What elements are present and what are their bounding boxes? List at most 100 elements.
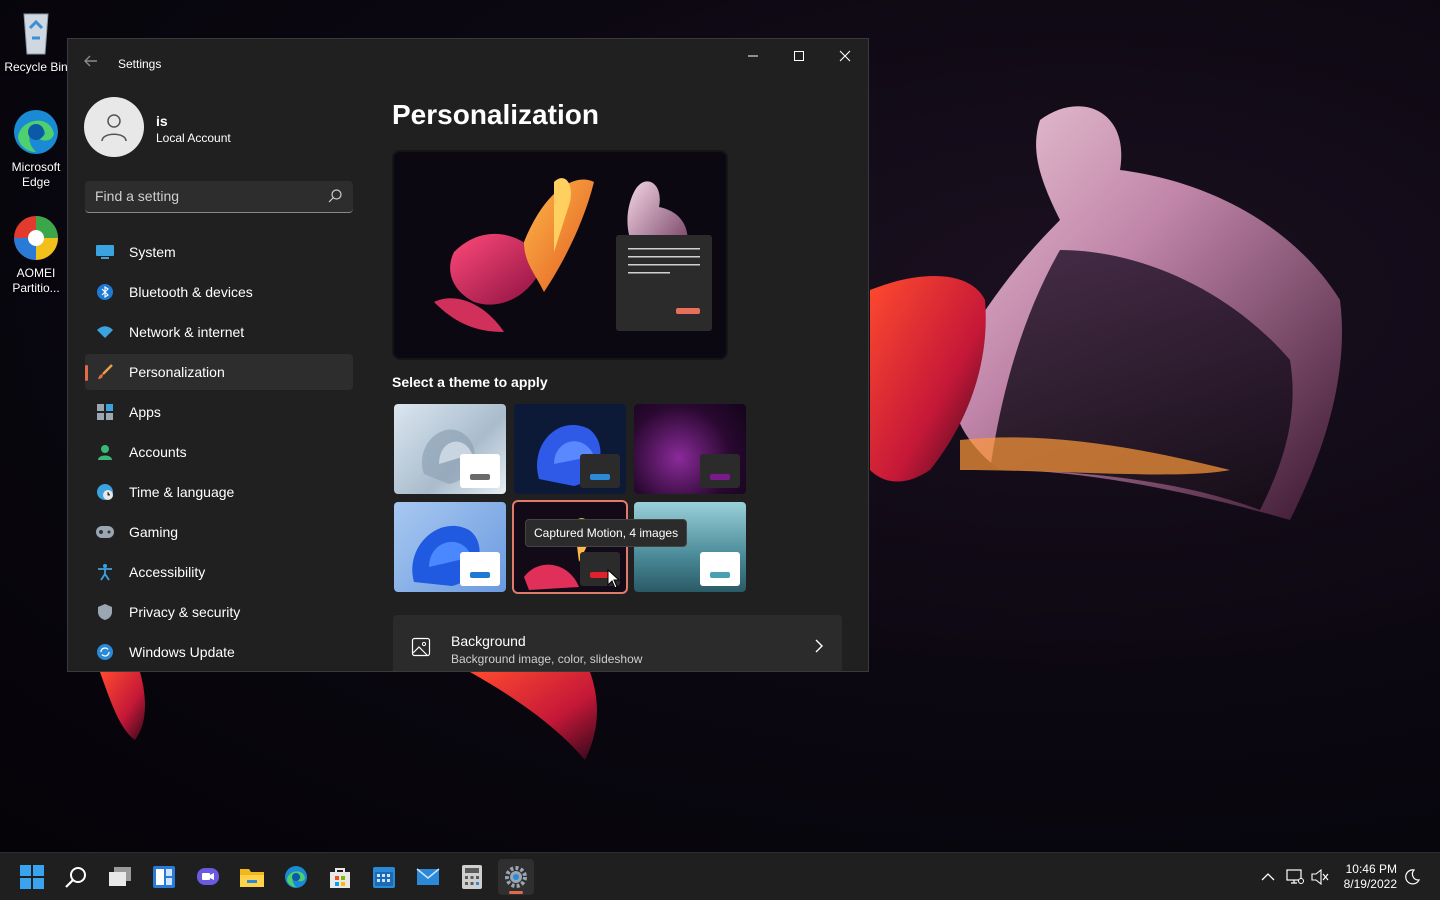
theme-preview xyxy=(392,150,728,360)
sidebar-item-windows-update[interactable]: Windows Update xyxy=(85,634,353,670)
volume-muted-icon xyxy=(1311,869,1329,885)
sidebar-item-network[interactable]: Network & internet xyxy=(85,314,353,350)
themes-section-label: Select a theme to apply xyxy=(392,374,548,390)
background-row-subtitle: Background image, color, slideshow xyxy=(451,652,643,666)
person-icon xyxy=(101,114,127,142)
chat-button[interactable] xyxy=(190,859,226,895)
desktop-icon-label: Microsoft Edge xyxy=(11,160,61,189)
page-title: Personalization xyxy=(392,99,599,130)
globe-clock-icon xyxy=(95,482,115,502)
widgets-icon xyxy=(153,866,175,888)
recycle-bin-icon xyxy=(12,8,60,56)
sidebar-item-label: Apps xyxy=(129,404,161,420)
search-icon xyxy=(65,867,86,888)
sidebar-item-time-language[interactable]: Time & language xyxy=(85,474,353,510)
volume-tray-button[interactable] xyxy=(1310,867,1330,887)
maximize-button[interactable] xyxy=(776,39,822,73)
settings-icon xyxy=(505,866,527,888)
calculator-icon xyxy=(462,865,482,889)
start-button[interactable] xyxy=(14,859,50,895)
sidebar-item-label: Privacy & security xyxy=(129,604,241,620)
mouse-cursor-icon xyxy=(607,569,621,589)
theme-tile-flow[interactable] xyxy=(634,502,746,592)
close-icon xyxy=(839,50,851,62)
store-icon xyxy=(330,868,350,888)
calculator-button[interactable] xyxy=(454,859,490,895)
file-explorer-icon xyxy=(240,869,264,887)
background-row-title: Background xyxy=(451,633,526,649)
apps-icon xyxy=(95,402,115,422)
network-tray-button[interactable] xyxy=(1285,867,1305,887)
edge-icon xyxy=(12,108,60,156)
accessibility-icon xyxy=(95,562,115,582)
sidebar-item-bluetooth[interactable]: Bluetooth & devices xyxy=(85,274,353,310)
sidebar-item-accessibility[interactable]: Accessibility xyxy=(85,554,353,590)
gamepad-icon xyxy=(95,522,115,542)
show-hidden-icons-button[interactable] xyxy=(1258,867,1278,887)
taskbar-clock[interactable]: 10:46 PM 8/19/2022 xyxy=(1344,862,1397,892)
sidebar-item-privacy[interactable]: Privacy & security xyxy=(85,594,353,630)
search-icon[interactable] xyxy=(327,188,343,204)
sidebar-item-label: Gaming xyxy=(129,524,179,540)
desktop-icon-edge[interactable]: Microsoft Edge xyxy=(0,108,72,190)
sidebar-item-gaming[interactable]: Gaming xyxy=(85,514,353,550)
chevron-right-icon xyxy=(815,639,823,653)
calendar-button[interactable] xyxy=(366,859,402,895)
theme-tile-glow[interactable] xyxy=(634,404,746,494)
update-icon xyxy=(95,642,115,662)
settings-search[interactable] xyxy=(85,181,353,213)
background-setting-row[interactable]: Background Background image, color, slid… xyxy=(393,615,842,671)
start-icon xyxy=(20,865,44,889)
sidebar-item-apps[interactable]: Apps xyxy=(85,394,353,430)
network-icon xyxy=(1286,869,1304,884)
edge-button[interactable] xyxy=(278,859,314,895)
search-input[interactable] xyxy=(85,181,315,211)
avatar xyxy=(84,97,144,157)
theme-grid xyxy=(394,404,750,594)
sidebar-item-label: Accounts xyxy=(129,444,187,460)
theme-tile-light-bloom[interactable] xyxy=(394,404,506,494)
desktop-icon-recycle-bin[interactable]: Recycle Bin xyxy=(0,8,72,75)
file-explorer-button[interactable] xyxy=(234,859,270,895)
clock-date: 8/19/2022 xyxy=(1343,877,1397,891)
close-button[interactable] xyxy=(822,39,868,73)
window-title: Settings xyxy=(118,57,162,71)
desktop-icon-label: Recycle Bin xyxy=(4,60,68,74)
mail-button[interactable] xyxy=(410,859,446,895)
user-name: is xyxy=(156,113,168,129)
moon-icon xyxy=(1405,869,1420,885)
sidebar-item-personalization[interactable]: Personalization xyxy=(85,354,353,390)
sidebar-item-label: Time & language xyxy=(129,484,235,500)
chevron-up-icon xyxy=(1261,873,1275,881)
settings-taskbar-button[interactable] xyxy=(498,859,534,895)
clock-time: 10:46 PM xyxy=(1345,862,1397,876)
sidebar-item-label: Network & internet xyxy=(129,324,245,340)
sidebar-item-accounts[interactable]: Accounts xyxy=(85,434,353,470)
store-button[interactable] xyxy=(322,859,358,895)
notifications-button[interactable] xyxy=(1402,867,1422,887)
aomei-partition-icon xyxy=(12,214,60,262)
sidebar-item-system[interactable]: System xyxy=(85,234,353,270)
back-button[interactable] xyxy=(80,53,102,75)
edge-icon xyxy=(285,866,307,888)
widgets-button[interactable] xyxy=(146,859,182,895)
mail-icon xyxy=(416,868,440,885)
desktop-icon-aomei[interactable]: AOMEI Partitio... xyxy=(0,214,72,296)
theme-tooltip: Captured Motion, 4 images xyxy=(525,519,688,547)
image-icon xyxy=(411,637,431,657)
task-view-icon xyxy=(109,867,131,886)
title-bar[interactable]: Settings xyxy=(68,39,868,87)
theme-tile-windows-light[interactable] xyxy=(394,502,506,592)
bluetooth-icon xyxy=(95,282,115,302)
minimize-button[interactable] xyxy=(730,39,776,73)
account-type: Local Account xyxy=(156,131,231,145)
taskbar-search-button[interactable] xyxy=(58,859,94,895)
sidebar-item-label: System xyxy=(129,244,176,260)
settings-window: Settings is Local Account System Bluetoo… xyxy=(67,38,869,672)
task-view-button[interactable] xyxy=(102,859,138,895)
minimize-icon xyxy=(748,55,758,57)
brush-icon xyxy=(95,362,115,382)
system-icon xyxy=(95,242,115,262)
chat-icon xyxy=(197,868,219,885)
theme-tile-dark-bloom[interactable] xyxy=(514,404,626,494)
